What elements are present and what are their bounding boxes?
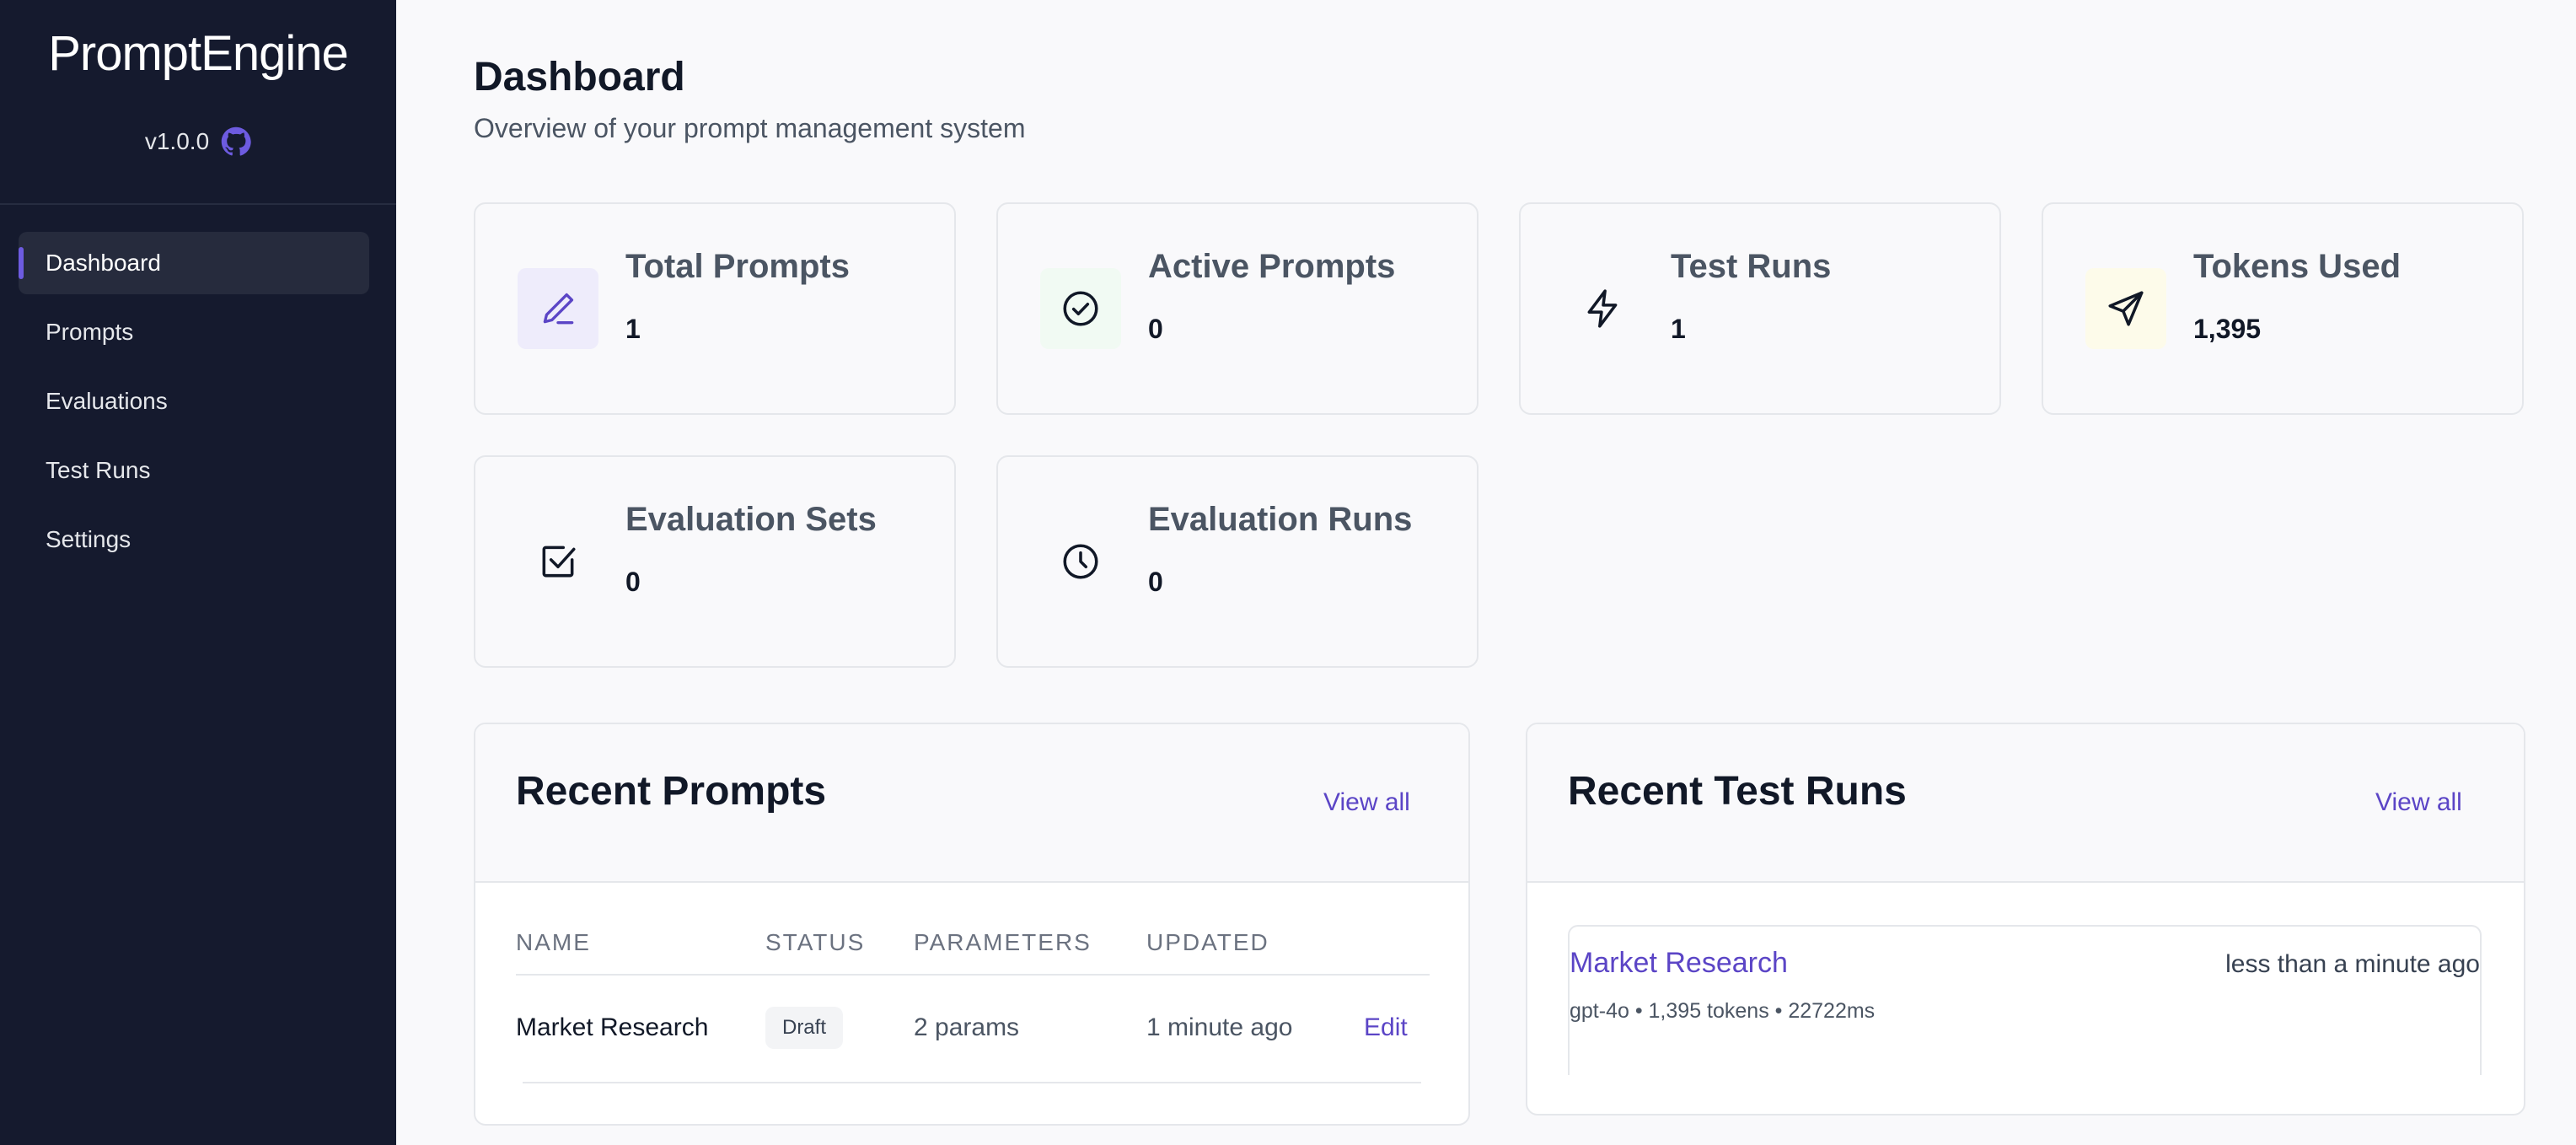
sidebar-item-test-runs[interactable]: Test Runs bbox=[19, 439, 369, 502]
stat-label: Evaluation Sets bbox=[625, 501, 877, 538]
sidebar-item-evaluations[interactable]: Evaluations bbox=[19, 370, 369, 433]
recent-prompts-title: Recent Prompts bbox=[516, 769, 827, 814]
column-header-name: Name bbox=[516, 929, 591, 955]
checkbox-icon bbox=[518, 521, 598, 602]
stat-label: Test Runs bbox=[1671, 248, 1832, 285]
table-row-divider bbox=[523, 1082, 1421, 1083]
prompt-name-cell: Market Research bbox=[516, 1013, 709, 1041]
sidebar-item-dashboard[interactable]: Dashboard bbox=[19, 232, 369, 294]
sidebar-nav: Dashboard Prompts Evaluations Test Runs … bbox=[19, 232, 369, 578]
stat-value: 0 bbox=[625, 567, 641, 597]
lightning-icon bbox=[1563, 268, 1644, 349]
stat-card-active-prompts: Active Prompts 0 bbox=[996, 202, 1479, 415]
sidebar-item-settings[interactable]: Settings bbox=[19, 508, 369, 571]
github-icon[interactable] bbox=[221, 126, 251, 157]
stat-card-test-runs: Test Runs 1 bbox=[1519, 202, 2001, 415]
edit-prompt-link[interactable]: Edit bbox=[1364, 1013, 1408, 1042]
recent-test-runs-title: Recent Test Runs bbox=[1568, 769, 1907, 814]
sidebar: PromptEngine v1.0.0 Dashboard Prompts Ev… bbox=[0, 0, 396, 1145]
stat-label: Active Prompts bbox=[1148, 248, 1396, 285]
recent-prompts-header: Recent Prompts View all bbox=[475, 724, 1468, 883]
stat-value: 0 bbox=[1148, 567, 1163, 597]
stat-card-evaluation-runs: Evaluation Runs 0 bbox=[996, 455, 1479, 668]
stat-label: Evaluation Runs bbox=[1148, 501, 1413, 538]
test-run-meta: gpt-4o • 1,395 tokens • 22722ms bbox=[1570, 999, 1876, 1023]
page-subtitle: Overview of your prompt management syste… bbox=[474, 113, 1026, 143]
stat-value: 0 bbox=[1148, 314, 1163, 344]
stat-value: 1 bbox=[1671, 314, 1686, 344]
stat-value: 1 bbox=[625, 314, 641, 344]
check-circle-icon bbox=[1040, 268, 1121, 349]
test-run-card[interactable]: Market Research less than a minute ago g… bbox=[1568, 925, 2482, 1075]
column-header-status: Status bbox=[765, 929, 866, 955]
send-icon bbox=[2085, 268, 2166, 349]
column-header-updated: Updated bbox=[1146, 929, 1269, 955]
stat-label: Total Prompts bbox=[625, 248, 850, 285]
version-label: v1.0.0 bbox=[144, 128, 210, 154]
brand-logo[interactable]: PromptEngine bbox=[0, 25, 396, 82]
recent-test-runs-header: Recent Test Runs View all bbox=[1527, 724, 2524, 883]
version-row: v1.0.0 bbox=[0, 126, 396, 157]
stat-card-total-prompts: Total Prompts 1 bbox=[474, 202, 956, 415]
sidebar-item-prompts[interactable]: Prompts bbox=[19, 301, 369, 363]
status-badge: Draft bbox=[765, 1007, 843, 1049]
page-title: Dashboard bbox=[474, 55, 685, 99]
stat-value: 1,395 bbox=[2193, 314, 2262, 344]
recent-prompts-panel: Recent Prompts View all bbox=[474, 723, 1470, 1126]
stat-card-tokens-used: Tokens Used 1,395 bbox=[2042, 202, 2524, 415]
stat-label: Tokens Used bbox=[2193, 248, 2401, 285]
recent-prompts-view-all-link[interactable]: View all bbox=[1323, 788, 1410, 817]
sidebar-divider bbox=[0, 203, 396, 205]
updated-cell: 1 minute ago bbox=[1146, 1013, 1293, 1041]
clock-icon bbox=[1040, 521, 1121, 602]
parameters-cell: 2 params bbox=[914, 1013, 1020, 1041]
stat-card-evaluation-sets: Evaluation Sets 0 bbox=[474, 455, 956, 668]
test-run-title-link[interactable]: Market Research bbox=[1570, 947, 1788, 980]
test-run-time: less than a minute ago bbox=[2225, 950, 2480, 978]
recent-test-runs-view-all-link[interactable]: View all bbox=[2375, 788, 2462, 817]
pencil-icon bbox=[518, 268, 598, 349]
column-header-parameters: Parameters bbox=[914, 929, 1092, 955]
table-header-divider bbox=[516, 974, 1430, 976]
